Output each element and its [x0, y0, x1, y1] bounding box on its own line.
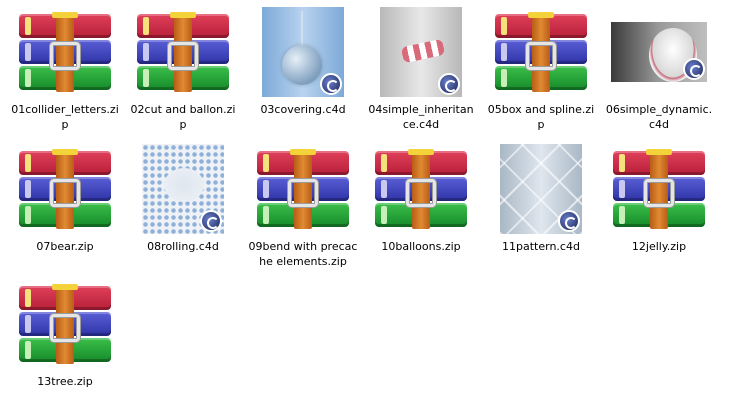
file-name: 07bear.zip	[36, 240, 94, 253]
file-item-10balloons[interactable]: 10balloons.zip	[366, 143, 476, 277]
archive-icon	[10, 6, 120, 98]
file-item-07bear[interactable]: 07bear.zip	[10, 143, 120, 277]
file-item-12jelly[interactable]: 12jelly.zip	[604, 143, 714, 277]
file-name: 01collider_letters.zip	[11, 103, 119, 131]
archive-icon	[248, 143, 358, 235]
cinema4d-thumbnail	[248, 6, 358, 98]
file-name: 05box and spline.zip	[487, 103, 595, 131]
file-item-02cut-and-ballon[interactable]: 02cut and ballon.zip	[128, 6, 238, 140]
file-name: 02cut and ballon.zip	[130, 103, 236, 131]
file-name: 09bend with precache elements.zip	[248, 240, 358, 268]
file-item-09bend-with-precache[interactable]: 09bend with precache elements.zip	[248, 143, 358, 277]
file-name: 03covering.c4d	[260, 103, 346, 116]
cinema4d-thumbnail	[604, 6, 714, 98]
cinema4d-icon	[320, 73, 342, 95]
file-name: 13tree.zip	[37, 375, 93, 388]
archive-icon	[128, 6, 238, 98]
file-item-11pattern[interactable]: 11pattern.c4d	[486, 143, 596, 277]
file-name: 10balloons.zip	[381, 240, 461, 253]
file-name: 04simple_inheritance.c4d	[368, 103, 474, 131]
file-item-13tree[interactable]: 13tree.zip	[10, 278, 120, 412]
file-item-08rolling[interactable]: 08rolling.c4d	[128, 143, 238, 277]
file-item-05box-and-spline[interactable]: 05box and spline.zip	[486, 6, 596, 140]
file-name: 11pattern.c4d	[502, 240, 580, 253]
archive-icon	[366, 143, 476, 235]
cinema4d-icon	[558, 210, 580, 232]
file-item-04simple-inheritance[interactable]: 04simple_inheritance.c4d	[366, 6, 476, 140]
archive-icon	[10, 143, 120, 235]
file-name: 06simple_dynamic.c4d	[605, 103, 713, 131]
cinema4d-icon	[438, 73, 460, 95]
file-item-06simple-dynamic[interactable]: 06simple_dynamic.c4d	[604, 6, 714, 140]
file-explorer-view: { "files": [ {"name": "01collider_letter…	[0, 0, 730, 412]
cinema4d-icon	[683, 58, 705, 80]
file-name: 12jelly.zip	[631, 240, 687, 253]
cinema4d-thumbnail	[486, 143, 596, 235]
cinema4d-icon	[200, 210, 222, 232]
archive-icon	[604, 143, 714, 235]
archive-icon	[10, 278, 120, 370]
cinema4d-thumbnail	[366, 6, 476, 98]
file-item-03covering[interactable]: 03covering.c4d	[248, 6, 358, 140]
file-item-01collider-letters[interactable]: 01collider_letters.zip	[10, 6, 120, 140]
cinema4d-thumbnail	[128, 143, 238, 235]
archive-icon	[486, 6, 596, 98]
file-name: 08rolling.c4d	[147, 240, 219, 253]
